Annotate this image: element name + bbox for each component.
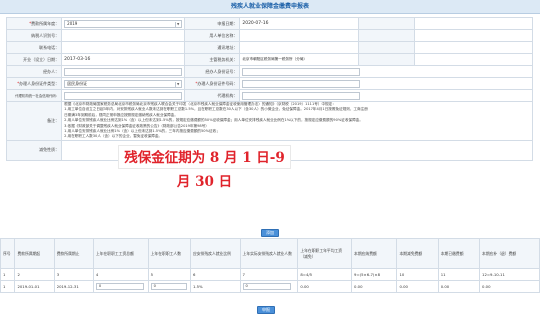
tax-period-select[interactable]: 2019 ▼: [64, 19, 183, 28]
contact-phone-label: 联系电话：: [5, 41, 63, 54]
grid-header: 本期减免费额: [396, 238, 439, 269]
declaration-form: *费款所属年度： 2019 ▼ 申报日期： 2020-07-16 纳税人识别号：…: [5, 17, 534, 161]
table-cell: 1: [0, 268, 16, 281]
rep-id-type-label: *办理人身份证件类型：: [5, 77, 63, 90]
open-date-label: 开业（设立）日期：: [5, 53, 63, 66]
rep-name-label: 代理机构：: [184, 89, 241, 102]
address-value: [239, 41, 360, 54]
agent-input[interactable]: [64, 67, 183, 76]
table-cell: 0.00: [437, 280, 481, 293]
employee-count-input[interactable]: 0: [150, 283, 187, 290]
table-cell: 2019-12-31: [53, 280, 94, 293]
table-cell: 5: [147, 268, 191, 281]
page-title: 残疾人就业保障金缴费申报表: [230, 3, 309, 10]
grid-header-row: 序号 费款所属期起 费款所属期止 上年在职职工工资总额 上年在职职工人数 应安排…: [0, 238, 540, 269]
grid-header: 上年实际安排残疾人就业人数: [239, 238, 299, 269]
payer-name-value: [239, 29, 360, 42]
rep-rel-input[interactable]: [64, 91, 183, 100]
table-cell: 1: [0, 280, 16, 293]
grid-header: 上年在职职工工资总额: [92, 238, 149, 269]
declare-date-label: 申报日期：: [184, 17, 241, 30]
agent-id-label: 经办人身份证号：: [184, 65, 241, 78]
table-cell: 4: [92, 268, 149, 281]
contact-phone-value: [61, 41, 186, 54]
grid-header: 本期应纳费额: [351, 238, 398, 269]
grid-header: 本期应补（退）费额: [479, 238, 540, 269]
table-cell: 11: [437, 268, 481, 281]
grid-header: 序号: [0, 238, 16, 269]
table-cell: 2: [14, 268, 55, 281]
rep-rel-label: 代理机构统一社会信用代码：: [5, 89, 63, 102]
submit-button[interactable]: 申报: [257, 306, 275, 314]
open-date-value: 2017-03-16: [61, 53, 186, 66]
remark-text: 根据《北京市财政局国家税务总局北京市税务局北京市残疾人联合会关于印发〈北京市残疾…: [61, 101, 533, 141]
rep-id-no-label: *办理人身份证件号码：: [184, 77, 241, 90]
table-cell: 12=9-10-11: [479, 268, 540, 281]
grid-header: 本期已缴费额: [437, 238, 481, 269]
agent-label: 经办人：: [5, 65, 63, 78]
taxpayer-id-label: 纳税人识别号：: [5, 29, 63, 42]
table-cell: 8=4/5: [297, 268, 353, 281]
table-cell: 3: [53, 268, 94, 281]
salary-total-input[interactable]: 0: [95, 283, 144, 290]
agent-id-input[interactable]: [242, 67, 361, 76]
table-row: 1 2019-01-01 2019-12-31 0 0 1.5% 0 0.00 …: [0, 280, 540, 293]
table-cell: 0.00: [351, 280, 398, 293]
table-cell: 0.00: [297, 280, 353, 293]
table-cell: 2019-01-01: [14, 280, 55, 293]
grid-header: 费款所属期止: [53, 238, 94, 269]
taxpayer-id-value: [61, 29, 186, 42]
tax-period-label: *费款所属年度：: [5, 17, 63, 30]
table-cell: 1.5%: [189, 280, 241, 293]
rep-name-input[interactable]: [242, 91, 361, 100]
table-cell: 9=(5×6-7)×8: [351, 268, 398, 281]
payer-name-label: 用人单位名称：: [184, 29, 241, 42]
table-cell: 0.00: [479, 280, 540, 293]
page-header: 残疾人就业保障金缴费申报表: [0, 0, 540, 14]
declare-date-value: 2020-07-16: [239, 17, 360, 30]
banner-text: 残保金征期为 8 月 1 日-9 月 30 日: [124, 150, 285, 190]
tax-authority-value: 北京市朝阳区税务局第一税务所（分局）: [239, 53, 360, 66]
table-cell: 10: [396, 268, 439, 281]
tax-authority-label: 主管税务机关：: [184, 53, 241, 66]
grid-header: 费款所属期起: [14, 238, 55, 269]
grid-header: 应安排残疾人就业比例: [189, 238, 241, 269]
chevron-down-icon: ▼: [175, 21, 180, 27]
remark-label: 备注：: [5, 101, 63, 141]
fee-grid: 序号 费款所属期起 费款所属期止 上年在职职工工资总额 上年在职职工人数 应安排…: [0, 238, 540, 293]
add-button[interactable]: 添加: [261, 229, 279, 237]
table-cell: 6: [189, 268, 241, 281]
formula-row: 1 2 3 4 5 6 7 8=4/5 9=(5×6-7)×8 10 11 12…: [0, 268, 540, 281]
collection-period-banner: 残保金征期为 8 月 1 日-9 月 30 日: [118, 145, 291, 190]
grid-header: 上年在职职工年平均工资（减免）: [297, 238, 353, 269]
chevron-down-icon: ▼: [175, 81, 180, 87]
grid-header: 上年在职职工人数: [147, 238, 191, 269]
rep-id-no-input[interactable]: [242, 79, 361, 88]
address-label: 通讯地址：: [184, 41, 241, 54]
reduction-label: 减免性质：: [5, 139, 63, 161]
table-cell: 0.00: [396, 280, 439, 293]
table-cell: 7: [239, 268, 299, 281]
rep-id-type-select[interactable]: 居民身份证 ▼: [64, 79, 183, 88]
disabled-count-input[interactable]: 0: [242, 283, 291, 290]
